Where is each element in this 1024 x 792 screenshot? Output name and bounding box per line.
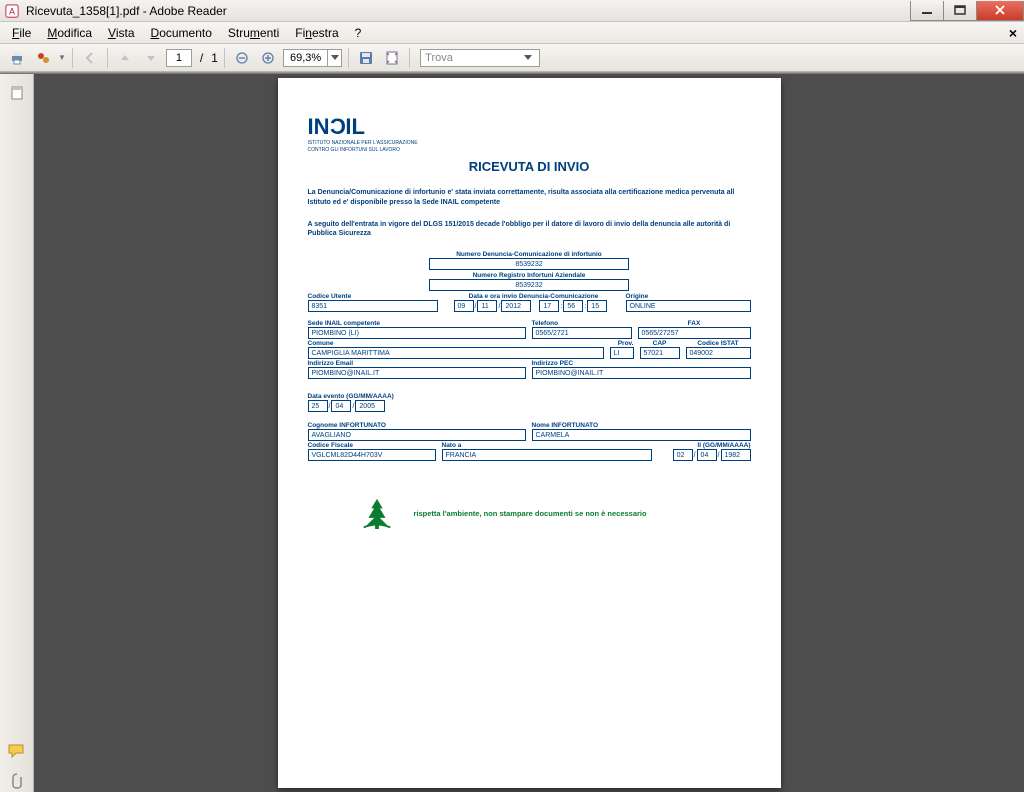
window-titlebar: A Ricevuta_1358[1].pdf - Adobe Reader [0, 0, 1024, 22]
document-title: RICEVUTA DI INVIO [308, 159, 751, 174]
menu-vista[interactable]: Vista [100, 24, 142, 42]
toolbar: ▼ / 1 69,3% Trova [0, 44, 1024, 72]
label-data-evento: Data evento (GG/MM/AAAA) [308, 393, 751, 400]
work-area: INCIL ISTITUTO NAZIONALE PER L'ASSICURAZ… [0, 74, 1024, 792]
chevron-down-icon [521, 55, 535, 61]
label-nato: Nato a [442, 442, 652, 449]
label-nome: Nome INFORTUNATO [532, 422, 751, 429]
menu-modifica[interactable]: Modifica [39, 24, 100, 42]
field-cognome: AVAGLIANO [308, 429, 526, 441]
menu-documento[interactable]: Documento [143, 24, 220, 42]
eco-tree-icon [358, 497, 396, 529]
print-icon[interactable] [6, 47, 28, 69]
attachments-panel-icon[interactable] [6, 770, 28, 792]
document-close-button[interactable]: × [1006, 26, 1020, 40]
field-comune: CAMPIGLIA MARITTIMA [308, 347, 604, 359]
label-num-denuncia: Numero Denuncia-Comunicazione di infortu… [456, 251, 602, 258]
field-date-y: 2012 [501, 300, 531, 312]
label-comune: Comune [308, 340, 604, 347]
field-ev-y: 2005 [355, 400, 385, 412]
fit-page-icon[interactable] [381, 47, 403, 69]
chevron-down-icon [327, 50, 341, 66]
navigation-pane [0, 74, 34, 792]
prev-view-icon[interactable] [79, 47, 101, 69]
field-fax: 0565/27257 [638, 327, 751, 339]
field-ev-m: 04 [331, 400, 351, 412]
label-prov: Prov. [610, 340, 634, 347]
eco-message: rispetta l'ambiente, non stampare docume… [414, 509, 647, 518]
window-minimize-button[interactable] [910, 1, 944, 21]
page-total-label: 1 [211, 51, 218, 65]
window-maximize-button[interactable] [943, 1, 977, 21]
field-telefono: 0565/2721 [532, 327, 632, 339]
label-sede: Sede INAIL competente [308, 320, 526, 327]
field-sede: PIOMBINO (LI) [308, 327, 526, 339]
label-num-registro: Numero Registro Infortuni Aziendale [473, 272, 586, 279]
label-email: Indirizzo Email [308, 360, 526, 367]
label-telefono: Telefono [532, 320, 632, 327]
field-num-registro: 8539232 [429, 279, 629, 291]
field-nato: FRANCIA [442, 449, 652, 461]
menu-finestra[interactable]: Finestra [287, 24, 346, 42]
logo-subtitle-2: CONTRO GLI INFORTUNI SUL LAVORO [308, 148, 400, 154]
zoom-in-icon[interactable] [257, 47, 279, 69]
label-cognome: Cognome INFORTUNATO [308, 422, 526, 429]
field-email: PIOMBINO@INAIL.IT [308, 367, 526, 379]
field-prov: LI [610, 347, 634, 359]
zoom-level-combo[interactable]: 69,3% [283, 49, 342, 67]
window-close-button[interactable] [976, 1, 1024, 21]
field-time-h: 17 [539, 300, 559, 312]
field-istat: 049002 [686, 347, 751, 359]
field-cf: VGLCML82D44H703V [308, 449, 436, 461]
label-origine: Origine [626, 293, 751, 300]
field-time-m: 56 [563, 300, 583, 312]
field-nato-y: 1982 [721, 449, 751, 461]
field-num-denuncia: 8539232 [429, 258, 629, 270]
label-fax: FAX [638, 320, 751, 327]
label-istat: Codice ISTAT [686, 340, 751, 347]
field-origine: ONLINE [626, 300, 751, 312]
label-cf: Codice Fiscale [308, 442, 436, 449]
label-pec: Indirizzo PEC [532, 360, 751, 367]
document-viewport[interactable]: INCIL ISTITUTO NAZIONALE PER L'ASSICURAZ… [34, 74, 1024, 792]
menu-strumenti[interactable]: Strumenti [220, 24, 287, 42]
logo-subtitle-1: ISTITUTO NAZIONALE PER L'ASSICURAZIONE [308, 141, 418, 147]
search-input[interactable]: Trova [420, 49, 540, 67]
search-placeholder: Trova [425, 52, 453, 64]
page-up-icon[interactable] [114, 47, 136, 69]
menu-help[interactable]: ? [347, 24, 370, 42]
field-codice-utente: 8351 [308, 300, 438, 312]
page-number-input[interactable] [166, 49, 192, 67]
inail-logo: INCIL [308, 114, 365, 140]
adobe-reader-icon: A [4, 3, 20, 19]
field-nato-d: 02 [673, 449, 693, 461]
menu-bar: File Modifica Vista Documento Strumenti … [0, 22, 1024, 44]
paragraph-2: A seguito dell'entrata in vigore del DLG… [308, 220, 751, 240]
field-time-s: 15 [587, 300, 607, 312]
zoom-out-icon[interactable] [231, 47, 253, 69]
page-down-icon[interactable] [140, 47, 162, 69]
field-cap: 57021 [640, 347, 680, 359]
collab-icon[interactable] [32, 47, 54, 69]
field-nome: CARMELA [532, 429, 751, 441]
comments-panel-icon[interactable] [6, 740, 28, 762]
label-codice-utente: Codice Utente [308, 293, 438, 300]
label-il: Il (GG/MM/AAAA) [658, 442, 751, 449]
field-pec: PIOMBINO@INAIL.IT [532, 367, 751, 379]
menu-file[interactable]: File [4, 24, 39, 42]
field-ev-d: 25 [308, 400, 328, 412]
zoom-value: 69,3% [284, 52, 327, 64]
paragraph-1: La Denuncia/Comunicazione di infortunio … [308, 188, 751, 208]
label-data-invio: Data e ora invio Denuncia-Comunicazione [454, 293, 614, 300]
pdf-page: INCIL ISTITUTO NAZIONALE PER L'ASSICURAZ… [278, 78, 781, 788]
label-cap: CAP [640, 340, 680, 347]
field-date-d: 09 [454, 300, 474, 312]
field-date-m: 11 [477, 300, 497, 312]
pages-panel-icon[interactable] [6, 82, 28, 104]
window-title: Ricevuta_1358[1].pdf - Adobe Reader [24, 4, 911, 18]
save-icon[interactable] [355, 47, 377, 69]
page-separator: / [196, 51, 207, 65]
field-nato-m: 04 [697, 449, 717, 461]
svg-text:A: A [9, 6, 15, 16]
